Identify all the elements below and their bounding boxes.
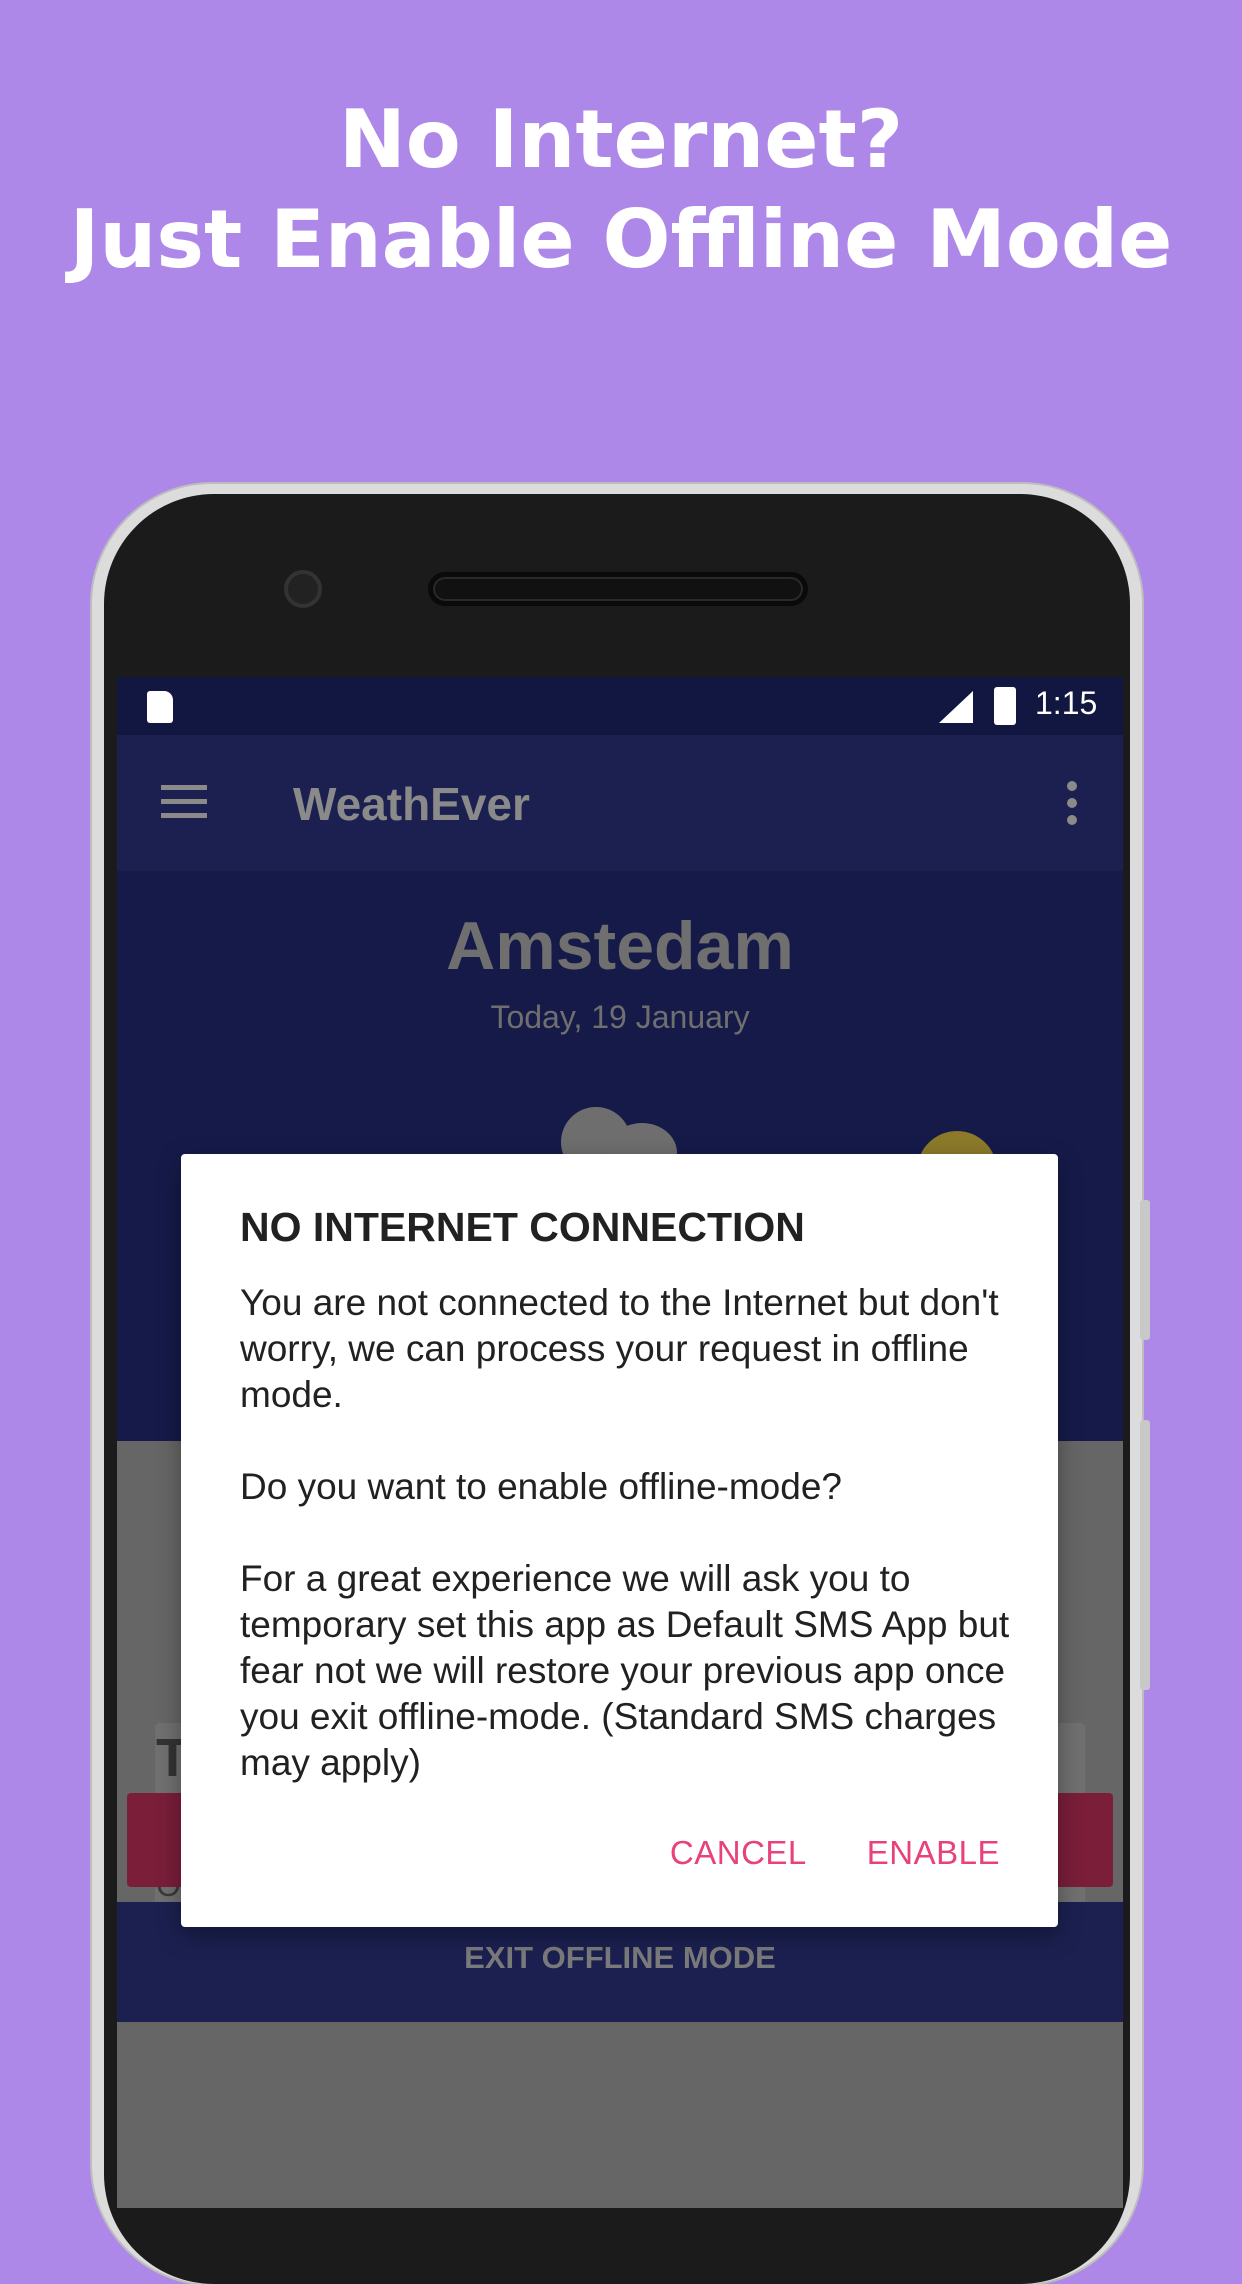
enable-button[interactable]: ENABLE: [867, 1834, 1000, 1872]
dialog-message: You are not connected to the Internet bu…: [240, 1282, 1010, 1783]
promo-line-2: Just Enable Offline Mode: [69, 193, 1173, 286]
cancel-button[interactable]: CANCEL: [670, 1834, 807, 1872]
volume-button: [1140, 1200, 1150, 1340]
power-button: [1140, 1420, 1150, 1690]
front-camera-icon: [284, 570, 322, 608]
dialog-actions: CANCEL ENABLE: [670, 1834, 1000, 1872]
promo-headline: No Internet? Just Enable Offline Mode: [0, 90, 1242, 290]
promo-line-1: No Internet?: [338, 93, 904, 186]
speaker-grille: [428, 572, 808, 606]
no-internet-dialog: NO INTERNET CONNECTION You are not conne…: [181, 1154, 1058, 1927]
dialog-title: NO INTERNET CONNECTION: [240, 1204, 805, 1250]
